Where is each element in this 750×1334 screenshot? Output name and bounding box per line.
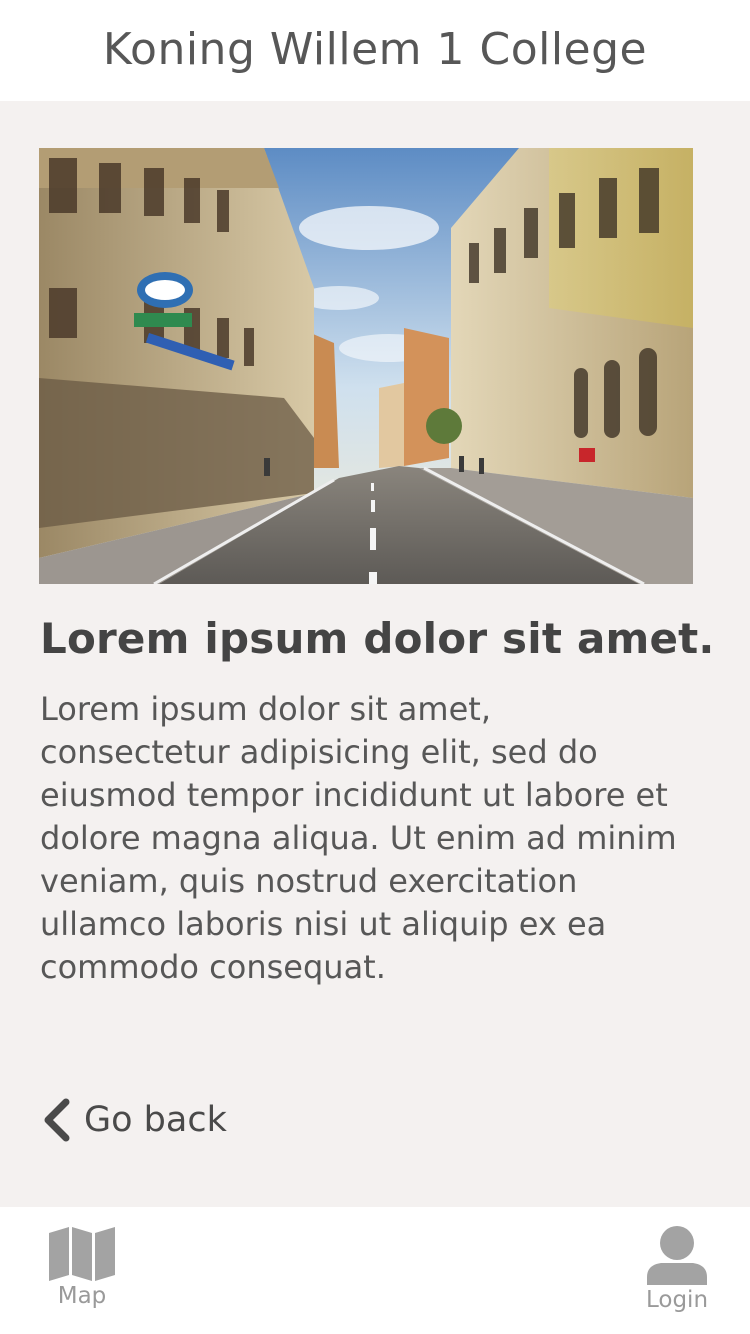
hero-image — [39, 148, 693, 584]
page-title: Koning Willem 1 College — [102, 24, 648, 75]
tab-map[interactable]: Map — [40, 1225, 124, 1309]
tab-login-label: Login — [645, 1287, 709, 1313]
app-header: Koning Willem 1 College — [0, 0, 750, 101]
bottom-tab-bar: Map Login — [0, 1207, 750, 1334]
go-back-button[interactable]: Go back — [40, 1096, 227, 1144]
user-icon — [647, 1226, 707, 1285]
app-screen: Koning Willem 1 College Lorem ipsum dolo… — [0, 0, 750, 1334]
map-icon — [49, 1227, 115, 1281]
chevron-left-icon — [44, 1098, 70, 1142]
tab-map-label: Map — [57, 1283, 107, 1309]
tab-login[interactable]: Login — [630, 1225, 724, 1313]
street-photo-icon — [39, 148, 693, 584]
article-body: Lorem ipsum dolor sit amet, consectetur … — [40, 690, 677, 986]
go-back-label: Go back — [84, 1100, 227, 1140]
article-title: Lorem ipsum dolor sit amet. — [40, 614, 715, 663]
